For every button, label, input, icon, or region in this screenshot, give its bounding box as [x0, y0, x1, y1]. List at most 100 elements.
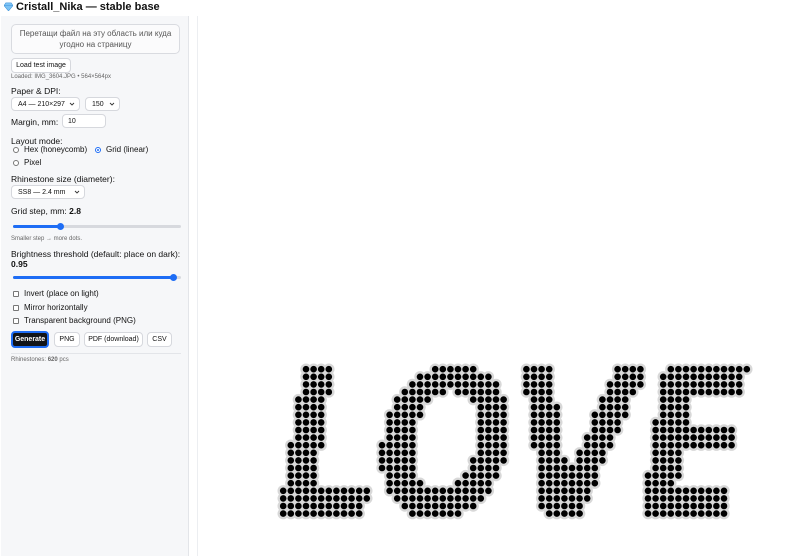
rhinestone-dot — [553, 472, 561, 479]
rhinestone-dot — [439, 487, 447, 495]
rhinestone-dot — [477, 472, 485, 479]
rhinestone-dot — [393, 495, 401, 502]
rhinestone-dot — [675, 434, 682, 441]
rhinestone-dot — [690, 388, 697, 396]
rhinestone-dot — [591, 434, 599, 441]
rhinestone-dot — [393, 434, 401, 441]
rhinestone-dot — [667, 434, 675, 441]
rhinestone-dot — [317, 502, 325, 510]
rhinestone-dot — [462, 381, 469, 388]
rhinestone-dot — [454, 502, 462, 510]
rhinestone-dot — [348, 487, 355, 495]
load-test-image-button[interactable]: Load test image — [11, 58, 71, 73]
rhinestone-dot — [317, 419, 325, 426]
rhinestone-dot — [317, 388, 325, 396]
rhinestone-dot — [675, 381, 682, 388]
rhinestone-dot — [682, 419, 690, 426]
rhinestone-dot — [454, 479, 462, 487]
rhinestone-dot — [568, 464, 576, 472]
rhinestone-dot — [348, 502, 355, 510]
rhinestone-dot — [576, 464, 583, 472]
mirror-checkbox[interactable] — [13, 305, 19, 311]
rhinestone-dot — [477, 396, 485, 403]
generate-button[interactable]: Generate — [11, 331, 49, 348]
rhinestone-dot — [310, 373, 317, 381]
rhinestone-dot — [591, 472, 599, 479]
rhinestone-dot — [454, 510, 462, 517]
rhinestone-dot — [477, 411, 485, 419]
rhinestone-dot — [439, 388, 447, 396]
rhinestone-dot — [477, 403, 485, 411]
rhinestone-dot — [523, 381, 530, 388]
rhinestone-dot — [492, 388, 500, 396]
rhinestone-dot — [393, 472, 401, 479]
rhinestone-dot — [302, 472, 310, 479]
rhinestone-dot — [409, 487, 416, 495]
rhinestone-dot — [675, 487, 682, 495]
rhinestone-dot — [310, 403, 317, 411]
rhinestone-dot — [553, 403, 561, 411]
rhinestone-dot — [393, 403, 401, 411]
grid-step-slider[interactable] — [13, 223, 181, 230]
preview-canvas-area — [197, 16, 794, 556]
rhinestone-dot — [538, 495, 545, 502]
rhinestone-dot — [652, 472, 659, 479]
rhinestone-dot — [295, 419, 302, 426]
rhinestone-dot — [416, 403, 424, 411]
rhinestone-dot — [317, 495, 325, 502]
paper-size-select[interactable]: A4 — 210×297 — [11, 97, 80, 111]
rhinestone-dot — [530, 403, 538, 411]
rhinestone-dot — [667, 457, 675, 464]
brightness-threshold-slider[interactable] — [13, 274, 181, 281]
rhinestone-count: Rhinestones: 620 pcs — [11, 357, 69, 363]
margin-input[interactable]: 10 — [62, 114, 106, 128]
rhinestone-dot — [713, 441, 720, 449]
rhinestone-dot — [401, 487, 409, 495]
rhinestone-dot — [477, 419, 485, 426]
dpi-value: 150 — [92, 100, 104, 108]
rhinestone-dot — [553, 434, 561, 441]
transparent-checkbox-label: Transparent background (PNG) — [24, 316, 136, 325]
rhinestone-dot — [682, 388, 690, 396]
paper-dpi-label: Paper & DPI: — [11, 86, 61, 96]
rhinestone-dot — [295, 479, 302, 487]
rhinestone-dot — [393, 479, 401, 487]
csv-export-button[interactable]: CSV — [147, 332, 172, 347]
pdf-download-button[interactable]: PDF (download) — [84, 332, 143, 347]
rhinestone-dot — [644, 479, 652, 487]
rhinestone-dot — [409, 502, 416, 510]
rhinestone-dot — [317, 365, 325, 373]
grid-radio[interactable] — [95, 147, 101, 153]
transparent-checkbox[interactable] — [13, 318, 19, 324]
rhinestone-dot — [561, 464, 568, 472]
rhinestone-dot — [644, 502, 652, 510]
png-export-button[interactable]: PNG — [54, 332, 80, 347]
brightness-threshold-label: Brightness threshold (default: place on … — [11, 249, 181, 259]
rhinestone-dot — [287, 464, 295, 472]
file-dropzone[interactable]: Перетащи файл на эту область или куда уг… — [11, 24, 180, 54]
rhinestone-dot — [538, 472, 545, 479]
rhinestone-dot — [697, 502, 705, 510]
rhinestone-dot — [735, 388, 743, 396]
rhinestone-dot — [728, 373, 735, 381]
rhinestone-dot — [401, 457, 409, 464]
rhinestone-dot — [317, 396, 325, 403]
pixel-radio[interactable] — [13, 160, 19, 166]
rhinestone-size-select[interactable]: SS8 — 2.4 mm — [11, 185, 85, 199]
brightness-slider-thumb[interactable] — [169, 274, 177, 281]
grid-step-slider-thumb[interactable] — [57, 223, 65, 230]
rhinestone-dot — [728, 441, 735, 449]
rhinestone-dot — [401, 388, 409, 396]
rhinestone-dot — [424, 373, 431, 381]
rhinestone-dot — [690, 502, 697, 510]
rhinestone-dot — [545, 396, 553, 403]
rhinestone-dot — [675, 502, 682, 510]
rhinestone-dot — [545, 365, 553, 373]
rhinestone-dot — [629, 381, 637, 388]
invert-checkbox[interactable] — [13, 291, 19, 297]
hex-radio[interactable] — [13, 147, 19, 153]
rhinestone-dot — [485, 419, 492, 426]
rhinestone-dot — [310, 502, 317, 510]
dpi-select[interactable]: 150 — [85, 97, 120, 111]
rhinestone-dot — [477, 479, 485, 487]
